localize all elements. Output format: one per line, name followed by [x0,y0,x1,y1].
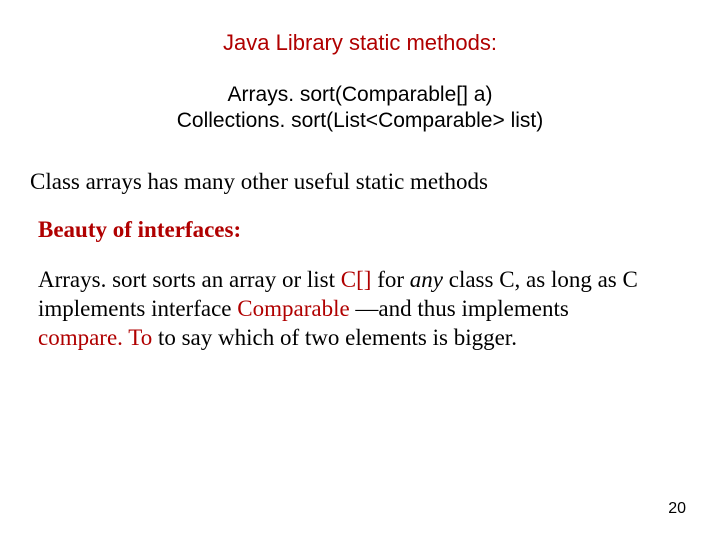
slide: Java Library static methods: Arrays. sor… [0,0,720,353]
para-text-2: for [371,267,409,292]
subheading: Beauty of interfaces: [30,217,690,243]
para-red-1: C[] [341,267,372,292]
para-text-1: Arrays. sort sorts an array or list [38,267,341,292]
code-line-1: Arrays. sort(Comparable[] a) [30,82,690,108]
code-block: Arrays. sort(Comparable[] a) Collections… [30,82,690,135]
para-text-4: —and thus implements [350,296,569,321]
description-line: Class arrays has many other useful stati… [30,169,690,195]
code-line-2: Collections. sort(List<Comparable> list) [30,108,690,134]
body-paragraph: Arrays. sort sorts an array or list C[] … [30,265,638,353]
page-number: 20 [668,500,686,518]
para-red-3: compare. To [38,325,152,350]
slide-title: Java Library static methods: [30,30,690,56]
para-red-2: Comparable [237,296,349,321]
para-italic: any [410,267,443,292]
para-text-5: to say which of two elements is bigger. [152,325,517,350]
